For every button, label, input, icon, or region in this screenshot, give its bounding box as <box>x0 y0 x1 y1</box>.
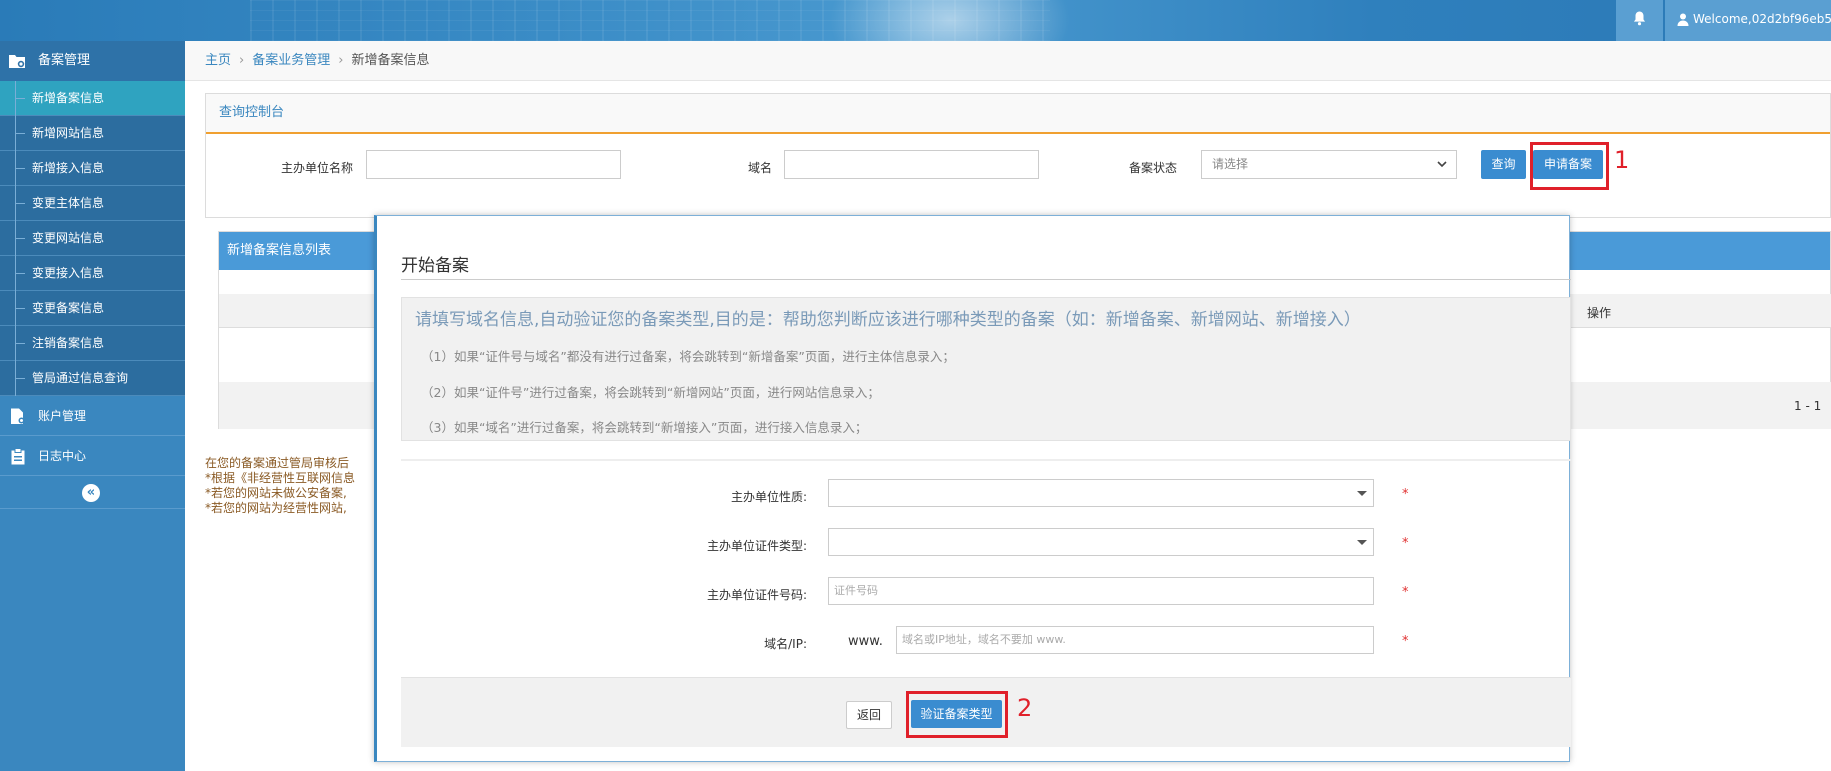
cert-type-label: 主办单位证件类型: <box>706 539 807 553</box>
sidebar-group-label: 备案管理 <box>38 53 91 68</box>
start-filing-dialog: 开始备案 请填写域名信息,自动验证您的备案类型,目的是：帮助您判断应该进行哪种类… <box>374 215 1571 762</box>
pager-range: 1 - 1 <box>1794 399 1822 413</box>
sidebar-item-label: 新增网站信息 <box>32 126 105 140</box>
chevron-down-icon <box>1437 161 1447 168</box>
sidebar-group-log[interactable]: 日志中心 <box>0 436 185 476</box>
welcome-text: Welcome,02d2bf96eb58 <box>1693 12 1831 26</box>
highlight-box-1 <box>1530 142 1609 190</box>
breadcrumb-home-link[interactable]: 主页 <box>205 53 231 68</box>
breadcrumb-current: 新增备案信息 <box>351 53 430 68</box>
sidebar-item-label: 变更主体信息 <box>32 196 105 210</box>
operation-column-header: 操作 <box>1587 306 1612 320</box>
sidebar-item-label: 管局通过信息查询 <box>32 371 129 385</box>
sidebar-log-label: 日志中心 <box>38 449 87 463</box>
required-mark: * <box>1402 634 1409 649</box>
cert-number-label: 主办单位证件号码: <box>706 588 807 602</box>
info-line-1: （1）如果“证件号与域名”都没有进行过备案，将会跳转到“新增备案”页面，进行主体… <box>421 349 955 364</box>
filing-notes: 在您的备案通过管局审核后 *根据《非经营性互联网信息 *若您的网站未做公安备案,… <box>205 456 375 516</box>
status-select-value: 请选择 <box>1212 157 1249 171</box>
sidebar-group-filing[interactable]: 备案管理 <box>0 41 185 81</box>
sidebar-item-change-filing[interactable]: 变更备案信息 <box>0 291 185 326</box>
www-prefix: www. <box>848 634 883 649</box>
sidebar-account-label: 账户管理 <box>38 409 87 423</box>
sidebar-item-change-entity[interactable]: 变更主体信息 <box>0 186 185 221</box>
org-name-label: 主办单位名称 <box>281 161 354 175</box>
note-line: *根据《非经营性互联网信息 <box>205 471 356 485</box>
required-mark: * <box>1402 585 1409 600</box>
step-marker-1: 1 <box>1614 146 1630 174</box>
info-line-2: （2）如果“证件号”进行过备案，将会跳转到“新增网站”页面，进行网站信息录入； <box>421 385 880 400</box>
sidebar-group-account[interactable]: 账户管理 <box>0 396 185 436</box>
cert-type-select[interactable] <box>828 528 1374 556</box>
sidebar-item-label: 变更备案信息 <box>32 301 105 315</box>
dialog-footer: 返回 验证备案类型 2 <box>401 677 1571 747</box>
notification-button[interactable] <box>1616 0 1663 41</box>
sidebar-item-label: 变更网站信息 <box>32 231 105 245</box>
sidebar-item-new-filing[interactable]: 新增备案信息 <box>0 81 185 116</box>
domain-ip-input[interactable]: 域名或IP地址，域名不要加 www. <box>896 626 1374 654</box>
sidebar-item-label: 新增备案信息 <box>32 91 105 105</box>
domain-input[interactable] <box>784 150 1039 179</box>
bell-icon <box>1633 11 1646 26</box>
cert-number-input[interactable]: 证件号码 <box>828 577 1374 605</box>
note-line: 在您的备案通过管局审核后 <box>205 456 350 470</box>
status-select[interactable]: 请选择 <box>1201 150 1457 179</box>
sidebar-item-new-website[interactable]: 新增网站信息 <box>0 116 185 151</box>
breadcrumb-section-link[interactable]: 备案业务管理 <box>252 53 330 68</box>
filing-folder-icon <box>9 55 25 68</box>
sidebar-item-change-website[interactable]: 变更网站信息 <box>0 221 185 256</box>
sidebar-item-cancel-filing[interactable]: 注销备案信息 <box>0 326 185 361</box>
caret-down-icon <box>1357 491 1367 496</box>
header-glow <box>820 0 1080 41</box>
dialog-title: 开始备案 <box>401 256 469 276</box>
domain-ip-label: 域名/IP: <box>764 637 807 651</box>
sidebar-item-label: 新增接入信息 <box>32 161 105 175</box>
sidebar-item-label: 变更接入信息 <box>32 266 105 280</box>
sidebar-item-new-access[interactable]: 新增接入信息 <box>0 151 185 186</box>
dialog-title-rule <box>401 279 1571 280</box>
info-line-3: （3）如果“域名”进行过备案，将会跳转到“新增接入”页面，进行接入信息录入； <box>421 420 868 435</box>
breadcrumb-separator: › <box>338 53 344 68</box>
query-panel-title: 查询控制台 <box>206 94 1830 134</box>
note-line: *若您的网站未做公安备案, <box>205 486 347 500</box>
status-label: 备案状态 <box>1129 161 1178 175</box>
org-type-select[interactable] <box>828 479 1374 507</box>
top-header: Welcome,02d2bf96eb58 <box>0 0 1831 41</box>
highlight-box-2 <box>906 691 1008 738</box>
query-panel: 查询控制台 主办单位名称 域名 备案状态 请选择 查询 申请备案 1 <box>205 93 1831 218</box>
user-menu[interactable]: Welcome,02d2bf96eb58 <box>1665 0 1831 41</box>
required-mark: * <box>1402 487 1409 502</box>
org-name-input[interactable] <box>366 150 621 179</box>
breadcrumb: 主页 › 备案业务管理 › 新增备案信息 <box>185 41 1831 81</box>
info-box: 请填写域名信息,自动验证您的备案类型,目的是：帮助您判断应该进行哪种类型的备案（… <box>401 297 1571 441</box>
caret-down-icon <box>1357 540 1367 545</box>
account-document-icon <box>11 408 25 424</box>
sidebar-item-change-access[interactable]: 变更接入信息 <box>0 256 185 291</box>
collapse-sidebar-button[interactable]: « <box>82 484 100 502</box>
org-type-label: 主办单位性质: <box>730 490 807 504</box>
note-line: *若您的网站为经营性网站, <box>205 501 347 515</box>
clipboard-icon <box>11 448 25 465</box>
info-headline: 请填写域名信息,自动验证您的备案类型,目的是：帮助您判断应该进行哪种类型的备案（… <box>415 310 1361 330</box>
query-button[interactable]: 查询 <box>1481 150 1526 179</box>
user-icon <box>1677 13 1689 26</box>
sidebar: 备案管理 新增备案信息 新增网站信息 新增接入信息 变更主体信息 变更网站信息 … <box>0 41 185 771</box>
sidebar-collapse-row: « <box>0 476 185 509</box>
back-button[interactable]: 返回 <box>846 701 892 729</box>
sidebar-item-bureau-query[interactable]: 管局通过信息查询 <box>0 361 185 396</box>
domain-label: 域名 <box>748 161 773 175</box>
required-mark: * <box>1402 536 1409 551</box>
breadcrumb-separator: › <box>239 53 245 68</box>
dialog-divider <box>401 459 1571 461</box>
sidebar-item-label: 注销备案信息 <box>32 336 105 350</box>
step-marker-2: 2 <box>1017 694 1033 722</box>
